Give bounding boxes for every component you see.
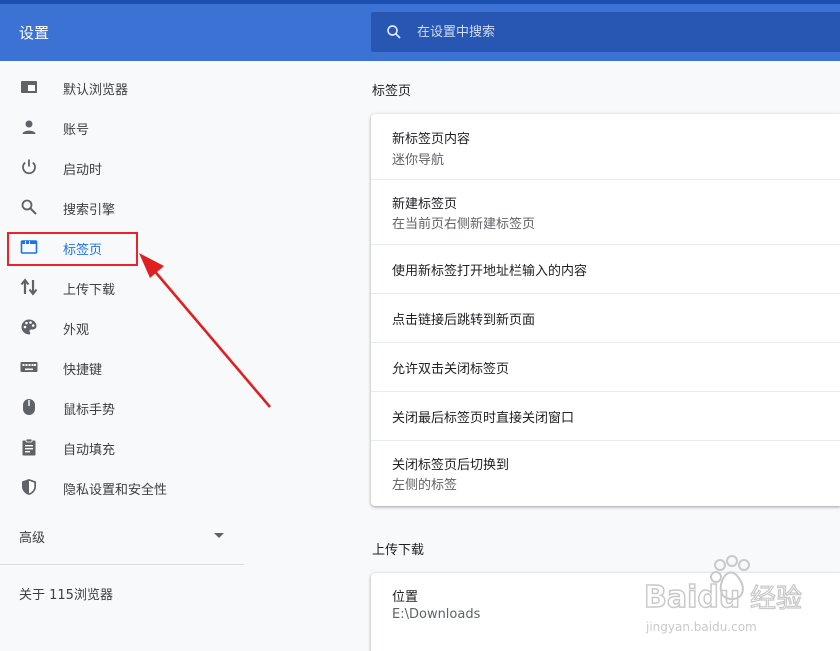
setting-row-after-close-switch[interactable]: 关闭标签页后切换到 左侧的标签 xyxy=(371,441,840,506)
header-bar: 设置 xyxy=(0,4,840,61)
setting-title: 关闭最后标签页时直接关闭窗口 xyxy=(392,411,575,426)
setting-value: 在当前页右侧新建标签页 xyxy=(392,217,536,232)
setting-title: 允许双击关闭标签页 xyxy=(392,362,510,377)
sidebar: 默认浏览器 账号 启动时 搜索引擎 标签页 上传下载 外观 快捷键 鼠标手势 自… xyxy=(0,61,244,651)
sidebar-item-label: 鼠标手势 xyxy=(63,403,116,418)
sidebar-item-privacy[interactable]: 隐私设置和安全性 xyxy=(0,467,244,507)
sidebar-divider xyxy=(0,564,244,565)
sidebar-item-downloads[interactable]: 上传下载 xyxy=(0,267,244,307)
sidebar-item-label: 自动填充 xyxy=(63,443,116,458)
search-box[interactable] xyxy=(371,12,840,52)
sidebar-item-label: 启动时 xyxy=(63,163,103,178)
sidebar-item-label: 外观 xyxy=(63,323,90,338)
sidebar-item-account[interactable]: 账号 xyxy=(0,107,244,147)
setting-value: 迷你导航 xyxy=(392,153,445,168)
section-title-downloads: 上传下载 xyxy=(372,543,425,558)
sidebar-item-shortcuts[interactable]: 快捷键 xyxy=(0,347,244,387)
setting-row-new-tab-position[interactable]: 新建标签页 在当前页右侧新建标签页 xyxy=(371,180,840,245)
clipboard-icon xyxy=(19,438,39,456)
sidebar-item-label: 默认浏览器 xyxy=(63,83,129,98)
mouse-icon xyxy=(19,398,39,416)
palette-icon xyxy=(19,318,39,336)
caret-down-icon xyxy=(214,533,224,538)
setting-title: 关闭标签页后切换到 xyxy=(392,458,510,473)
sidebar-item-label: 上传下载 xyxy=(63,283,116,298)
setting-row-download-location[interactable]: 位置 E:\Downloads xyxy=(371,573,840,639)
annotation-highlight-box xyxy=(7,232,138,266)
sidebar-item-startup[interactable]: 启动时 xyxy=(0,147,244,187)
keyboard-icon xyxy=(19,358,39,376)
sidebar-item-label: 隐私设置和安全性 xyxy=(63,483,168,498)
sidebar-item-autofill[interactable]: 自动填充 xyxy=(0,427,244,467)
setting-row-new-tab-content[interactable]: 新标签页内容 迷你导航 xyxy=(371,114,840,180)
search-input[interactable] xyxy=(417,21,817,43)
setting-row-link-new-page[interactable]: 点击链接后跳转到新页面 xyxy=(371,294,840,343)
section-title-tabs: 标签页 xyxy=(372,84,412,99)
sidebar-item-default-browser[interactable]: 默认浏览器 xyxy=(0,67,244,107)
person-icon xyxy=(19,118,39,136)
shield-icon xyxy=(19,478,39,496)
page-title: 设置 xyxy=(19,24,50,42)
advanced-label: 高级 xyxy=(19,531,46,546)
sidebar-about-link[interactable]: 关于 115浏览器 xyxy=(19,584,113,603)
downloads-settings-card: 位置 E:\Downloads xyxy=(371,573,840,651)
sidebar-item-search-engine[interactable]: 搜索引擎 xyxy=(0,187,244,227)
search-icon xyxy=(387,25,401,39)
sidebar-item-appearance[interactable]: 外观 xyxy=(0,307,244,347)
setting-value: E:\Downloads xyxy=(392,607,481,622)
setting-row-close-window-last-tab[interactable]: 关闭最后标签页时直接关闭窗口 xyxy=(371,392,840,441)
setting-title: 新标签页内容 xyxy=(392,132,471,147)
setting-title: 使用新标签打开地址栏输入的内容 xyxy=(392,264,588,279)
tabs-settings-card: 新标签页内容 迷你导航 新建标签页 在当前页右侧新建标签页 使用新标签打开地址栏… xyxy=(371,114,840,506)
sidebar-item-label: 账号 xyxy=(63,123,90,138)
search-icon xyxy=(19,198,39,216)
setting-title: 位置 xyxy=(392,590,419,605)
setting-title: 新建标签页 xyxy=(392,197,458,212)
setting-row-omnibox-new-tab[interactable]: 使用新标签打开地址栏输入的内容 xyxy=(371,245,840,294)
browser-window-icon xyxy=(19,78,39,96)
sidebar-item-label: 搜索引擎 xyxy=(63,203,116,218)
sidebar-advanced-toggle[interactable]: 高级 xyxy=(0,516,244,556)
up-down-arrows-icon xyxy=(19,278,39,296)
sidebar-item-mouse-gestures[interactable]: 鼠标手势 xyxy=(0,387,244,427)
setting-row-double-click-close[interactable]: 允许双击关闭标签页 xyxy=(371,343,840,392)
power-icon xyxy=(19,158,39,176)
setting-title: 点击链接后跳转到新页面 xyxy=(392,313,536,328)
sidebar-item-label: 快捷键 xyxy=(63,363,103,378)
setting-value: 左侧的标签 xyxy=(392,478,458,493)
